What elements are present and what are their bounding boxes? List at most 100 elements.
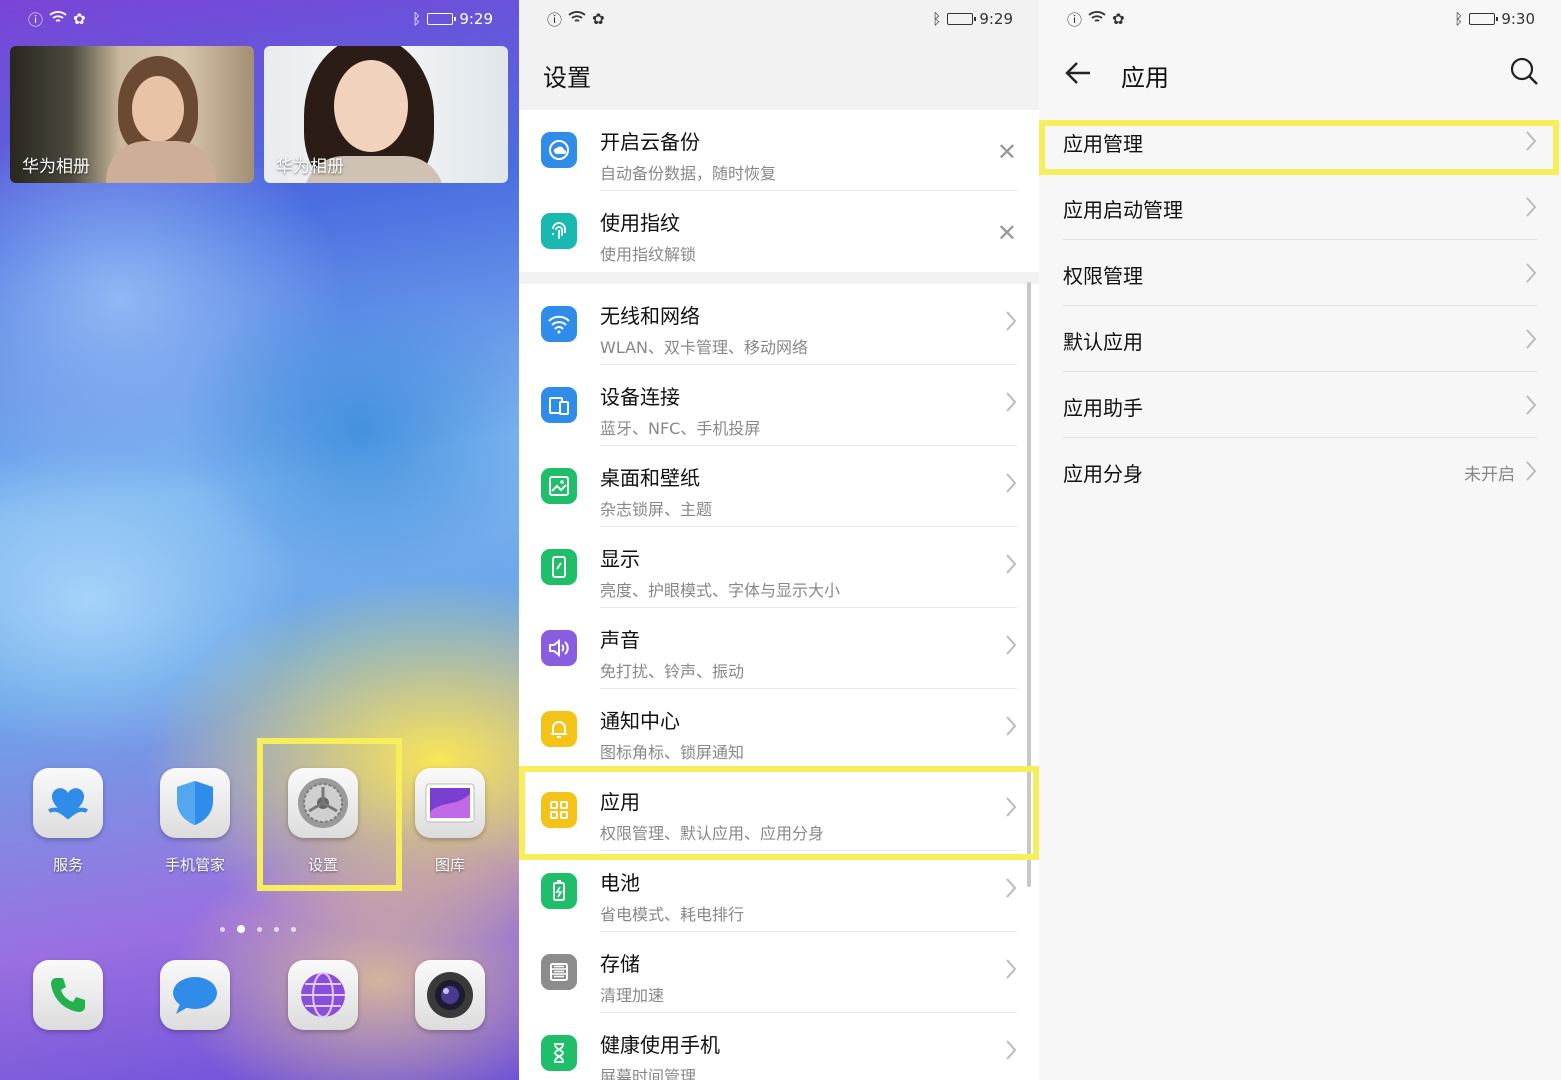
- battery-status-icon: [427, 13, 457, 25]
- wallpaper-icon: [541, 468, 577, 504]
- chevron-right-icon: [1525, 328, 1537, 354]
- highlight-box: [519, 766, 1039, 860]
- page-title: 应用: [1121, 64, 1169, 92]
- chevron-right-icon: [1005, 958, 1017, 984]
- service-heart-icon: [33, 768, 103, 838]
- huawei-logo-icon: ✿: [592, 10, 605, 28]
- app-label: 图库: [434, 856, 465, 874]
- item-title: 显示: [600, 547, 640, 571]
- apps-item-app-twin[interactable]: 应用分身 未开启: [1039, 438, 1561, 504]
- suggestion-cloud-backup[interactable]: 开启云备份 自动备份数据，随时恢复 ✕: [519, 110, 1039, 191]
- chevron-right-icon: [1005, 715, 1017, 741]
- settings-item-device-connection[interactable]: 设备连接 蓝牙、NFC、手机投屏: [519, 365, 1039, 446]
- settings-item-display[interactable]: 显示 亮度、护眼模式、字体与显示大小: [519, 527, 1039, 608]
- cloud-backup-icon: [541, 132, 577, 168]
- suggestion-fingerprint[interactable]: 使用指纹 使用指纹解锁 ✕: [519, 191, 1039, 272]
- status-time: 9:29: [979, 10, 1013, 28]
- item-title: 设备连接: [600, 385, 680, 409]
- item-status-value: 未开启: [1464, 465, 1515, 485]
- page-dot[interactable]: [274, 926, 279, 932]
- item-title: 使用指纹: [600, 211, 680, 235]
- settings-item-wallpaper[interactable]: 桌面和壁纸 杂志锁屏、主题: [519, 446, 1039, 527]
- messages-icon: [160, 960, 230, 1030]
- close-icon[interactable]: ✕: [997, 138, 1017, 166]
- close-icon[interactable]: ✕: [997, 219, 1017, 247]
- item-subtitle: 蓝牙、NFC、手机投屏: [600, 419, 761, 438]
- app-service[interactable]: 服务: [18, 768, 118, 875]
- battery-icon: [541, 873, 577, 909]
- item-title: 开启云备份: [600, 130, 700, 154]
- settings-item-storage[interactable]: 存储 清理加速: [519, 932, 1039, 1013]
- app-gallery[interactable]: 图库: [400, 768, 500, 875]
- apps-item-startup-management[interactable]: 应用启动管理: [1039, 174, 1561, 240]
- display-icon: [541, 549, 577, 585]
- wifi-status-icon: [49, 10, 67, 28]
- settings-list: 无线和网络 WLAN、双卡管理、移动网络 设备连接 蓝牙、NFC、手机投屏 桌面…: [519, 284, 1039, 1080]
- item-title: 健康使用手机: [600, 1033, 720, 1057]
- gallery-widget[interactable]: 华为相册: [10, 46, 254, 183]
- chevron-right-icon: [1525, 460, 1537, 486]
- item-subtitle: 杂志锁屏、主题: [600, 500, 713, 519]
- page-dot[interactable]: [257, 926, 262, 932]
- camera-icon: [415, 960, 485, 1030]
- status-time: 9:30: [1501, 10, 1535, 28]
- status-bar: ⓘ ✿ ᛒ 9:30: [1039, 0, 1561, 38]
- item-subtitle: 清理加速: [600, 986, 665, 1005]
- chevron-right-icon: [1005, 472, 1017, 498]
- dock-messages[interactable]: [145, 960, 245, 1030]
- settings-item-sound[interactable]: 声音 免打扰、铃声、振动: [519, 608, 1039, 689]
- dock-browser[interactable]: [273, 960, 373, 1030]
- chevron-right-icon: [1005, 553, 1017, 579]
- app-label: 服务: [52, 856, 83, 874]
- bluetooth-icon: ᛒ: [1454, 10, 1464, 28]
- app-label: 手机管家: [164, 856, 225, 874]
- dock-camera[interactable]: [400, 960, 500, 1030]
- page-dot[interactable]: [291, 926, 296, 932]
- wifi-icon: [541, 306, 577, 342]
- alert-icon: ⓘ: [28, 10, 44, 29]
- item-title: 无线和网络: [600, 304, 700, 328]
- item-title: 存储: [600, 952, 640, 976]
- item-label: 默认应用: [1063, 330, 1143, 354]
- settings-item-notifications[interactable]: 通知中心 图标角标、锁屏通知: [519, 689, 1039, 770]
- item-subtitle: 免打扰、铃声、振动: [600, 662, 745, 681]
- search-icon[interactable]: [1509, 56, 1539, 90]
- wifi-status-icon: [1088, 10, 1106, 28]
- alert-icon: ⓘ: [1067, 10, 1083, 29]
- status-bar: ⓘ ✿ ᛒ 9:29: [519, 0, 1039, 38]
- app-bar: 应用: [1039, 38, 1561, 108]
- apps-item-default-apps[interactable]: 默认应用: [1039, 306, 1561, 372]
- item-subtitle: 屏幕时间管理: [600, 1067, 697, 1080]
- item-title: 电池: [600, 871, 640, 895]
- dock-phone[interactable]: [18, 960, 118, 1030]
- page-dot[interactable]: [237, 925, 245, 933]
- settings-item-battery[interactable]: 电池 省电模式、耗电排行: [519, 851, 1039, 932]
- battery-status-icon: [947, 13, 977, 25]
- chevron-right-icon: [1525, 262, 1537, 288]
- settings-item-wireless[interactable]: 无线和网络 WLAN、双卡管理、移动网络: [519, 284, 1039, 365]
- apps-screen: ⓘ ✿ ᛒ 9:30 应用 应用管理 应用启动管理 权限管理 默认应用 应用助手…: [1039, 0, 1561, 1080]
- bluetooth-icon: ᛒ: [412, 10, 422, 28]
- battery-status-icon: [1469, 13, 1499, 25]
- widget-label: 华为相册: [22, 157, 90, 177]
- wifi-status-icon: [568, 10, 586, 28]
- apps-item-app-assistant[interactable]: 应用助手: [1039, 372, 1561, 438]
- page-dot[interactable]: [220, 926, 225, 932]
- gallery-widget[interactable]: 华为相册: [264, 46, 508, 183]
- home-screen: ⓘ ✿ ᛒ 9:29 华为相册 华为相册 服务 手机管家 设置 图库: [0, 0, 519, 1080]
- chevron-right-icon: [1525, 394, 1537, 420]
- apps-item-permissions[interactable]: 权限管理: [1039, 240, 1561, 306]
- settings-item-digital-balance[interactable]: 健康使用手机 屏幕时间管理: [519, 1013, 1039, 1080]
- item-subtitle: 图标角标、锁屏通知: [600, 743, 745, 762]
- suggestions-card: 开启云备份 自动备份数据，随时恢复 ✕ 使用指纹 使用指纹解锁 ✕: [519, 110, 1039, 272]
- item-title: 桌面和壁纸: [600, 466, 700, 490]
- item-subtitle: 使用指纹解锁: [600, 245, 697, 264]
- app-phone-manager[interactable]: 手机管家: [145, 768, 245, 875]
- chevron-right-icon: [1005, 1039, 1017, 1065]
- settings-screen: ⓘ ✿ ᛒ 9:29 设置 开启云备份 自动备份数据，随时恢复 ✕ 使用指纹 使…: [519, 0, 1039, 1080]
- chevron-right-icon: [1525, 196, 1537, 222]
- item-label: 权限管理: [1063, 264, 1143, 288]
- shield-icon: [160, 768, 230, 838]
- item-subtitle: 自动备份数据，随时恢复: [600, 164, 777, 183]
- back-arrow-icon[interactable]: [1063, 58, 1093, 92]
